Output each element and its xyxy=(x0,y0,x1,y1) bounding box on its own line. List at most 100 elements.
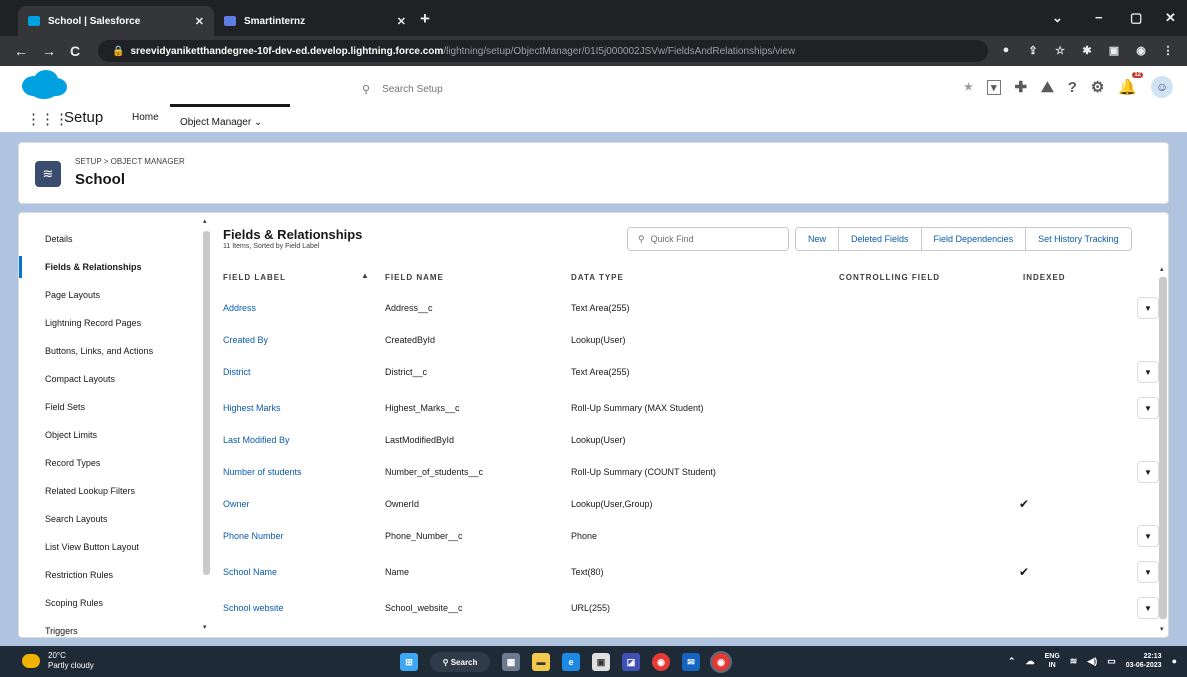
browser-tab-smartinternz[interactable]: Smartinternz ✕ xyxy=(214,6,416,36)
taskbar-search[interactable]: ⚲ Search xyxy=(430,652,490,672)
language[interactable]: ENG xyxy=(1045,652,1060,661)
sort-ascending-icon[interactable]: ▲ xyxy=(361,271,369,280)
deleted-fields-button[interactable]: Deleted Fields xyxy=(839,228,922,250)
url-field[interactable]: 🔒 sreevidyaniketthandegree-10f-dev-ed.de… xyxy=(98,40,988,62)
quick-find-input[interactable]: ⚲ Quick Find xyxy=(627,227,789,251)
field-label-link[interactable]: Number of students xyxy=(223,467,302,477)
table-scroll-thumb[interactable] xyxy=(1159,277,1167,619)
field-dependencies-button[interactable]: Field Dependencies xyxy=(922,228,1027,250)
volume-icon[interactable]: ◀) xyxy=(1087,656,1097,667)
column-header-field-name[interactable]: FIELD NAME xyxy=(385,273,444,282)
windows-start-icon[interactable]: ⊞ xyxy=(400,653,418,671)
column-header-controlling-field[interactable]: CONTROLLING FIELD xyxy=(839,273,940,282)
row-actions-dropdown-icon[interactable]: ▼ xyxy=(1137,525,1159,547)
close-tab-icon[interactable]: ✕ xyxy=(195,15,204,28)
extensions-icon[interactable]: ✱ xyxy=(1080,43,1094,57)
app-launcher-icon[interactable]: ⋮⋮⋮ xyxy=(26,110,69,128)
help-icon[interactable]: ? xyxy=(1068,79,1077,96)
minimize-icon[interactable]: − xyxy=(1095,10,1103,25)
sidebar-item-field-sets[interactable]: Field Sets xyxy=(45,402,85,412)
tab-home[interactable]: Home xyxy=(132,112,159,123)
battery-icon[interactable]: ▭ xyxy=(1107,656,1116,667)
sidebar-item-object-limits[interactable]: Object Limits xyxy=(45,430,97,440)
sidebar-item-fields-relationships[interactable]: Fields & Relationships xyxy=(45,262,142,272)
row-actions-dropdown-icon[interactable]: ▼ xyxy=(1137,397,1159,419)
menu-icon[interactable]: ⋮ xyxy=(1161,43,1175,57)
setup-gear-icon[interactable]: ⚙ xyxy=(1091,78,1104,96)
column-header-indexed[interactable]: INDEXED xyxy=(1023,273,1066,282)
notification-center-icon[interactable]: ● xyxy=(1172,656,1177,666)
row-actions-dropdown-icon[interactable]: ▼ xyxy=(1137,297,1159,319)
weather-widget[interactable]: 20°C Partly cloudy xyxy=(22,651,94,671)
scroll-up-icon[interactable]: ▴ xyxy=(1160,265,1164,273)
close-tab-icon[interactable]: ✕ xyxy=(397,15,406,28)
row-actions-dropdown-icon[interactable]: ▼ xyxy=(1137,461,1159,483)
salesforce-cloud-logo-icon[interactable] xyxy=(20,68,68,100)
forward-icon[interactable]: → xyxy=(42,43,56,59)
store-icon[interactable]: ▣ xyxy=(592,653,610,671)
profile-icon[interactable]: ◉ xyxy=(1134,43,1148,57)
column-header-field-label[interactable]: FIELD LABEL xyxy=(223,273,286,282)
avatar[interactable]: ☺ xyxy=(1151,76,1173,98)
reload-icon[interactable]: C xyxy=(70,43,80,59)
chrome-icon[interactable]: ◉ xyxy=(652,653,670,671)
sidebar-item-triggers[interactable]: Triggers xyxy=(45,626,78,636)
back-icon[interactable]: ← xyxy=(14,43,28,59)
row-actions-dropdown-icon[interactable]: ▼ xyxy=(1137,361,1159,383)
sidebar-item-restriction-rules[interactable]: Restriction Rules xyxy=(45,570,113,580)
breadcrumb[interactable]: SETUP > OBJECT MANAGER xyxy=(75,157,185,166)
sidebar-item-buttons-links-actions[interactable]: Buttons, Links, and Actions xyxy=(45,346,153,356)
app-icon[interactable]: ◪ xyxy=(622,653,640,671)
sidebar-item-lightning-record-pages[interactable]: Lightning Record Pages xyxy=(45,318,141,328)
star-icon[interactable]: ☆ xyxy=(1053,43,1067,57)
tab-search-icon[interactable]: ⌄ xyxy=(1052,10,1063,26)
sidebar-item-record-types[interactable]: Record Types xyxy=(45,458,100,468)
notifications-bell-icon[interactable]: 🔔 12 xyxy=(1118,72,1143,96)
sidebar-item-details[interactable]: Details xyxy=(45,234,73,244)
clock[interactable]: 22:13 03-06-2023 xyxy=(1126,652,1162,670)
table-scrollbar[interactable]: ▴ ▾ xyxy=(1159,265,1167,635)
global-actions-icon[interactable]: ✚ xyxy=(1015,78,1028,96)
sidebar-item-scoping-rules[interactable]: Scoping Rules xyxy=(45,598,103,608)
scroll-down-icon[interactable]: ▾ xyxy=(203,623,207,631)
file-explorer-icon[interactable]: ▬ xyxy=(532,653,550,671)
favorites-star-icon[interactable]: ★ xyxy=(964,82,973,93)
field-label-link[interactable]: Created By xyxy=(223,335,268,345)
share-icon[interactable]: ⇪ xyxy=(1026,43,1040,57)
chevron-down-icon[interactable]: ⌄ xyxy=(254,117,262,128)
field-label-link[interactable]: Address xyxy=(223,303,256,313)
sidepanel-icon[interactable]: ▣ xyxy=(1107,43,1121,57)
set-history-tracking-button[interactable]: Set History Tracking xyxy=(1026,228,1131,250)
row-actions-dropdown-icon[interactable]: ▼ xyxy=(1137,597,1159,619)
chrome-active-icon[interactable]: ◉ xyxy=(710,651,732,673)
browser-tab-salesforce[interactable]: School | Salesforce ✕ xyxy=(18,6,214,36)
field-label-link[interactable]: Phone Number xyxy=(223,531,284,541)
close-window-icon[interactable]: ✕ xyxy=(1165,10,1176,26)
edge-icon[interactable]: e xyxy=(562,653,580,671)
scroll-up-icon[interactable]: ▴ xyxy=(203,217,207,225)
show-hidden-icons-icon[interactable]: ⌃ xyxy=(1008,656,1016,667)
field-label-link[interactable]: Highest Marks xyxy=(223,403,281,413)
sidebar-item-page-layouts[interactable]: Page Layouts xyxy=(45,290,100,300)
field-label-link[interactable]: Last Modified By xyxy=(223,435,290,445)
trailhead-icon[interactable]: ⛰ xyxy=(1041,79,1054,96)
cloud-icon[interactable]: ☁ xyxy=(1026,656,1035,667)
region[interactable]: IN xyxy=(1045,661,1060,670)
favorites-list-icon[interactable]: ▾ xyxy=(986,79,1001,95)
field-label-link[interactable]: District xyxy=(223,367,251,377)
field-label-link[interactable]: School website xyxy=(223,603,284,613)
sidebar-item-compact-layouts[interactable]: Compact Layouts xyxy=(45,374,115,384)
sidebar-item-search-layouts[interactable]: Search Layouts xyxy=(45,514,108,524)
wifi-icon[interactable]: ≋ xyxy=(1070,656,1078,667)
task-view-icon[interactable]: ▦ xyxy=(502,653,520,671)
account-icon[interactable]: ● xyxy=(999,43,1013,57)
maximize-icon[interactable]: ▢ xyxy=(1130,10,1142,26)
tab-object-manager[interactable]: Object Manager ⌄ xyxy=(170,104,290,128)
field-label-link[interactable]: Owner xyxy=(223,499,250,509)
sidebar-item-related-lookup-filters[interactable]: Related Lookup Filters xyxy=(45,486,135,496)
row-actions-dropdown-icon[interactable]: ▼ xyxy=(1137,561,1159,583)
search-setup-input[interactable]: ⚲ Search Setup xyxy=(362,78,682,100)
column-header-data-type[interactable]: DATA TYPE xyxy=(571,273,624,282)
new-tab-icon[interactable]: + xyxy=(420,9,430,29)
field-label-link[interactable]: School Name xyxy=(223,567,277,577)
